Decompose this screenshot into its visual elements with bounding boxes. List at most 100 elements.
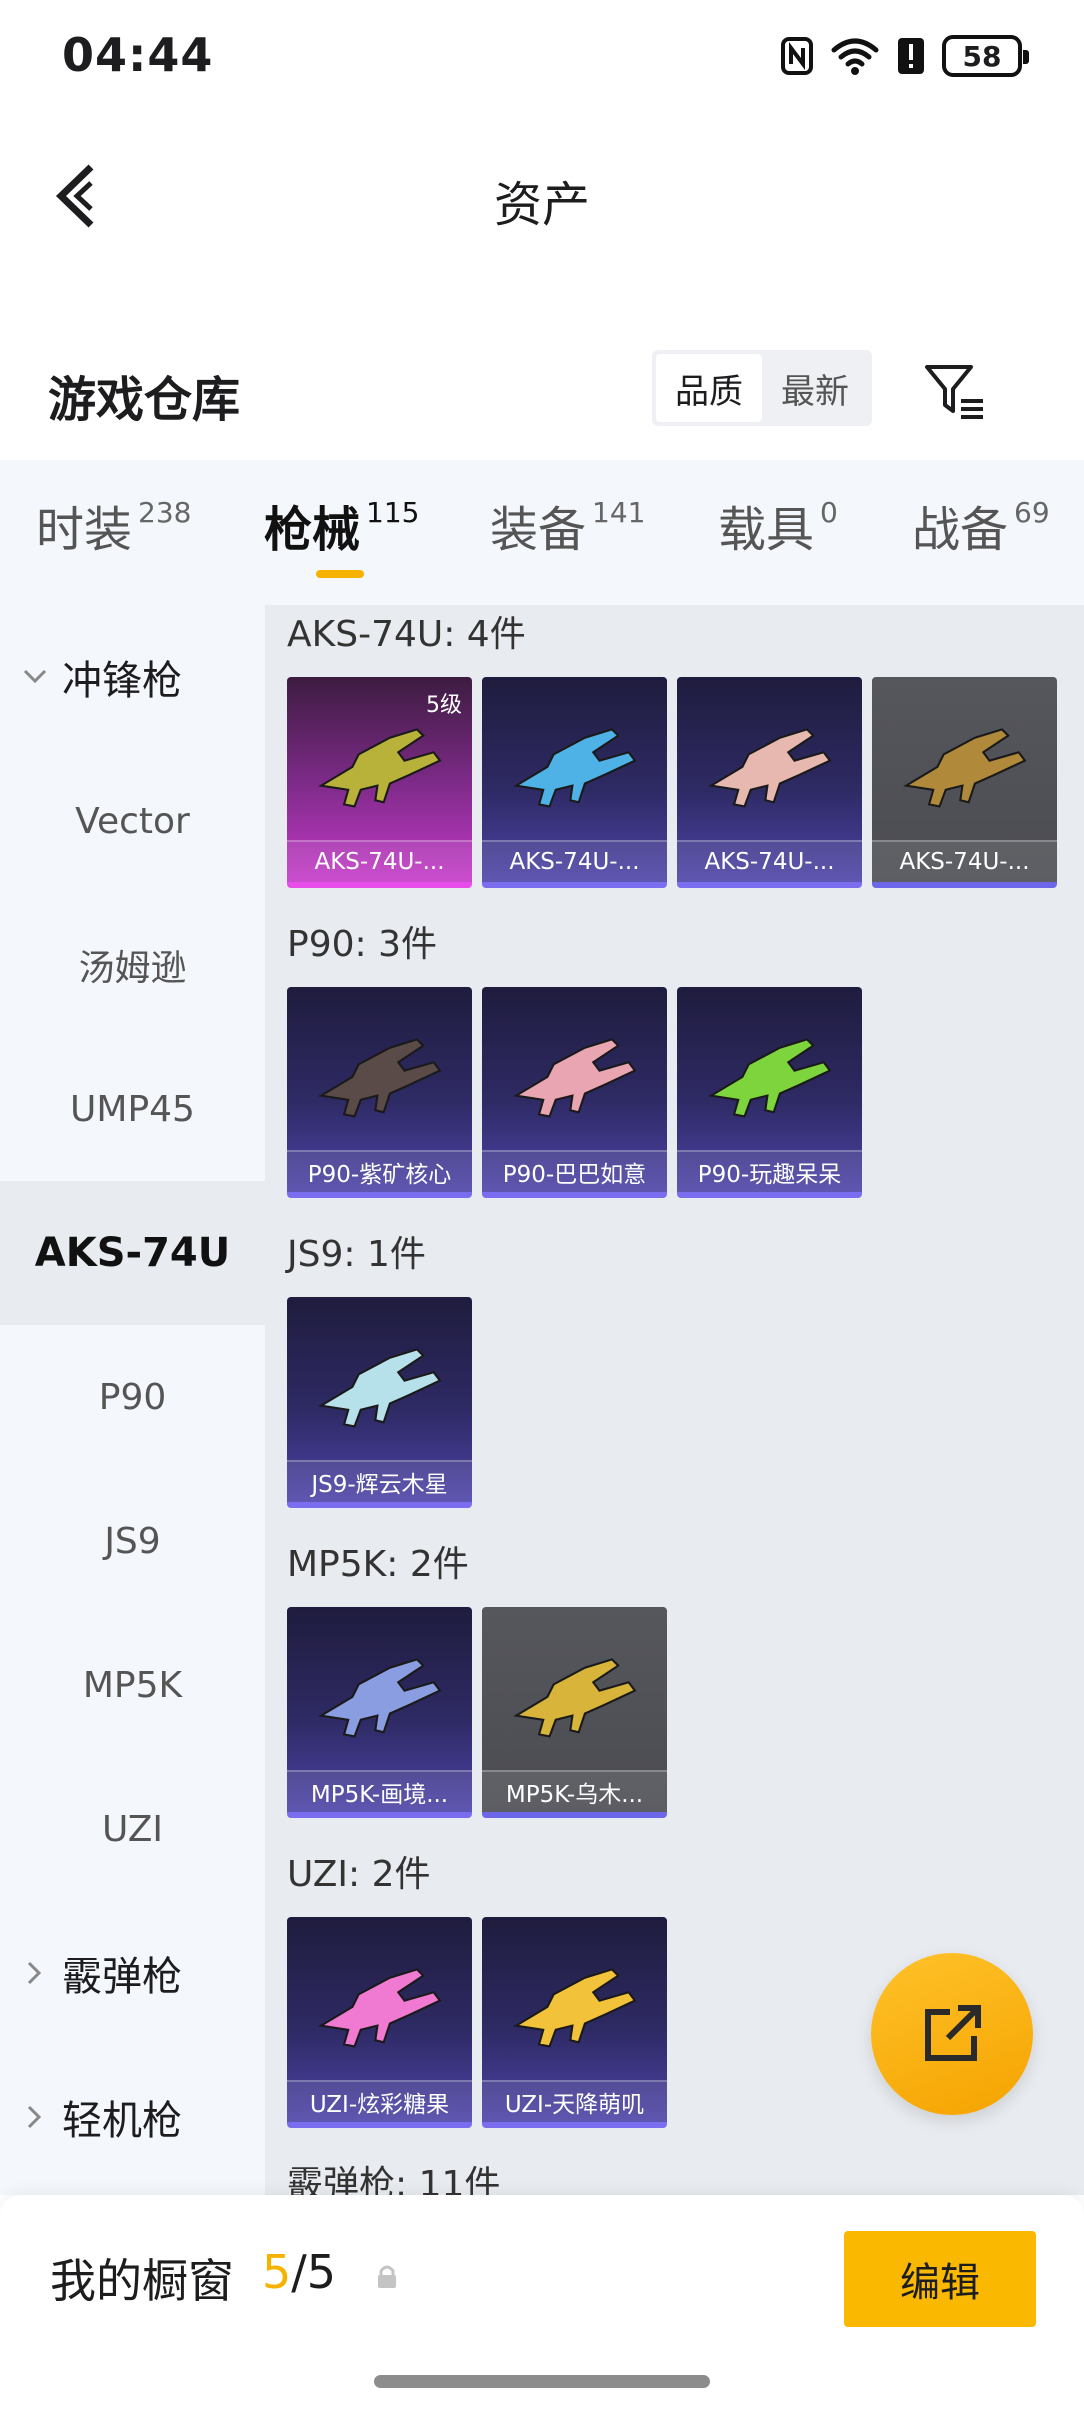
weapon-image-icon: [513, 728, 637, 808]
weapon-card[interactable]: MP5K-乌木...: [482, 1607, 667, 1818]
status-time: 04:44: [62, 28, 214, 82]
lock-icon: [378, 2265, 396, 2288]
sidebar-item-vector[interactable]: Vector: [0, 749, 265, 893]
sort-toggle: 品质 最新: [652, 350, 872, 426]
battery-icon: 58: [942, 35, 1029, 77]
weapon-image-icon: [318, 1968, 442, 2048]
weapon-image-icon: [318, 1038, 442, 1118]
weapon-card[interactable]: AKS-74U-...: [872, 677, 1057, 888]
showcase-separator: /: [291, 2245, 307, 2299]
section-row: 游戏仓库 品质 最新: [0, 340, 1084, 440]
weapon-image-icon: [318, 728, 442, 808]
weapon-card-label: UZI-天降萌叽: [482, 2080, 667, 2122]
weapon-card[interactable]: P90-紫矿核心: [287, 987, 472, 1198]
weapon-image-icon: [903, 728, 1027, 808]
weapon-image-icon: [318, 1658, 442, 1738]
level-badge: 5级: [426, 693, 462, 718]
app-header: 资产: [0, 120, 1084, 270]
sidebar-item-p90[interactable]: P90: [0, 1325, 265, 1469]
tab-count: 238: [138, 496, 192, 529]
tab-gear[interactable]: 战备 69: [912, 490, 1050, 560]
weapon-image-icon: [708, 1038, 832, 1118]
nfc-icon: [780, 36, 814, 76]
tab-equipment[interactable]: 装备 141: [490, 490, 645, 560]
sidebar-group-label: 轻机枪: [62, 2098, 182, 2144]
status-bar: 04:44 58: [0, 0, 1084, 110]
sidebar-item-thompson[interactable]: 汤姆逊: [0, 893, 265, 1037]
weapon-image-icon: [513, 1038, 637, 1118]
export-button[interactable]: [871, 1953, 1033, 2115]
tab-count: 115: [366, 496, 420, 529]
weapon-card[interactable]: 5级 AKS-74U-...: [287, 677, 472, 888]
weapon-card[interactable]: P90-巴巴如意: [482, 987, 667, 1198]
filter-icon: [925, 365, 983, 419]
wifi-icon: [830, 36, 880, 76]
sidebar-item-mp5k[interactable]: MP5K: [0, 1613, 265, 1757]
weapon-card-label: UZI-炫彩糖果: [287, 2080, 472, 2122]
chevron-down-icon: [20, 662, 50, 692]
weapon-card-label: JS9-辉云木星: [287, 1460, 472, 1502]
sidebar-group-smg[interactable]: 冲锋枪: [0, 605, 265, 749]
tab-label: 载具: [718, 502, 815, 558]
tab-vehicles[interactable]: 载具 0: [718, 490, 838, 560]
section-title: 游戏仓库: [48, 372, 241, 428]
weapon-image-icon: [513, 1968, 637, 2048]
weapon-card-label: AKS-74U-...: [482, 840, 667, 882]
sidebar-group-shotgun[interactable]: 霰弹枪: [0, 1901, 265, 2045]
weapon-image-icon: [318, 1348, 442, 1428]
sort-option-quality[interactable]: 品质: [656, 354, 762, 422]
category-tabs: 时装 238 枪械 115 装备 141 载具 0 战备 69: [0, 460, 1084, 605]
sidebar-group-label: 冲锋枪: [62, 658, 182, 704]
weapon-card[interactable]: AKS-74U-...: [677, 677, 862, 888]
weapon-card-label: P90-紫矿核心: [287, 1150, 472, 1192]
showcase-bar: 我的橱窗 5/5 编辑: [0, 2195, 1084, 2412]
weapon-card-label: MP5K-乌木...: [482, 1770, 667, 1812]
home-indicator[interactable]: [374, 2375, 710, 2388]
chevron-right-icon: [20, 2102, 50, 2132]
external-link-icon: [925, 2005, 981, 2061]
weapon-card[interactable]: MP5K-画境...: [287, 1607, 472, 1818]
sidebar-item-js9[interactable]: JS9: [0, 1469, 265, 1613]
group-header-uzi: UZI: 2件: [287, 1854, 431, 1895]
sidebar-item-ump45[interactable]: UMP45: [0, 1037, 265, 1181]
tab-label: 战备: [912, 502, 1009, 558]
sidebar-item-aks74u[interactable]: AKS-74U: [0, 1181, 265, 1325]
tab-firearms[interactable]: 枪械 115: [264, 490, 419, 560]
weapon-card[interactable]: AKS-74U-...: [482, 677, 667, 888]
showcase-count: 5/5: [262, 2245, 336, 2299]
tab-count: 141: [592, 496, 646, 529]
showcase-used: 5: [262, 2245, 292, 2299]
tab-label: 装备: [490, 502, 587, 558]
tab-label: 时装: [36, 502, 133, 558]
tab-fashion[interactable]: 时装 238: [36, 490, 191, 560]
group-header-mp5k: MP5K: 2件: [287, 1544, 469, 1585]
page-title: 资产: [493, 177, 590, 233]
sidebar-item-uzi[interactable]: UZI: [0, 1757, 265, 1901]
sidebar-group-label: 霰弹枪: [62, 1954, 182, 2000]
sidebar-group-lmg[interactable]: 轻机枪: [0, 2045, 265, 2189]
status-icons: 58: [780, 30, 1029, 82]
weapon-card-label: MP5K-画境...: [287, 1770, 472, 1812]
weapon-card[interactable]: JS9-辉云木星: [287, 1297, 472, 1508]
alert-icon: [896, 36, 926, 76]
showcase-label: 我的橱窗: [50, 2254, 234, 2308]
group-header-p90: P90: 3件: [287, 924, 437, 965]
weapon-card-label: P90-玩趣呆呆: [677, 1150, 862, 1192]
weapon-card[interactable]: UZI-炫彩糖果: [287, 1917, 472, 2128]
tab-count: 0: [820, 496, 838, 529]
edit-button[interactable]: 编辑: [844, 2231, 1036, 2327]
weapon-card-label: AKS-74U-...: [872, 840, 1057, 882]
weapon-card-label: AKS-74U-...: [677, 840, 862, 882]
group-header-aks74u: AKS-74U: 4件: [287, 614, 526, 655]
showcase-total: 5: [306, 2245, 337, 2299]
tab-label: 枪械: [264, 502, 361, 558]
weapon-image-icon: [708, 728, 832, 808]
weapon-card[interactable]: UZI-天降萌叽: [482, 1917, 667, 2128]
chevron-right-icon: [20, 1958, 50, 1988]
sort-option-newest[interactable]: 最新: [762, 354, 868, 422]
filter-button[interactable]: [920, 356, 990, 426]
weapon-card[interactable]: P90-玩趣呆呆: [677, 987, 862, 1198]
weapon-card-label: AKS-74U-...: [287, 840, 472, 882]
active-tab-indicator: [316, 570, 364, 578]
group-header-shotgun: 霰弹枪: 11件: [287, 2164, 501, 2195]
